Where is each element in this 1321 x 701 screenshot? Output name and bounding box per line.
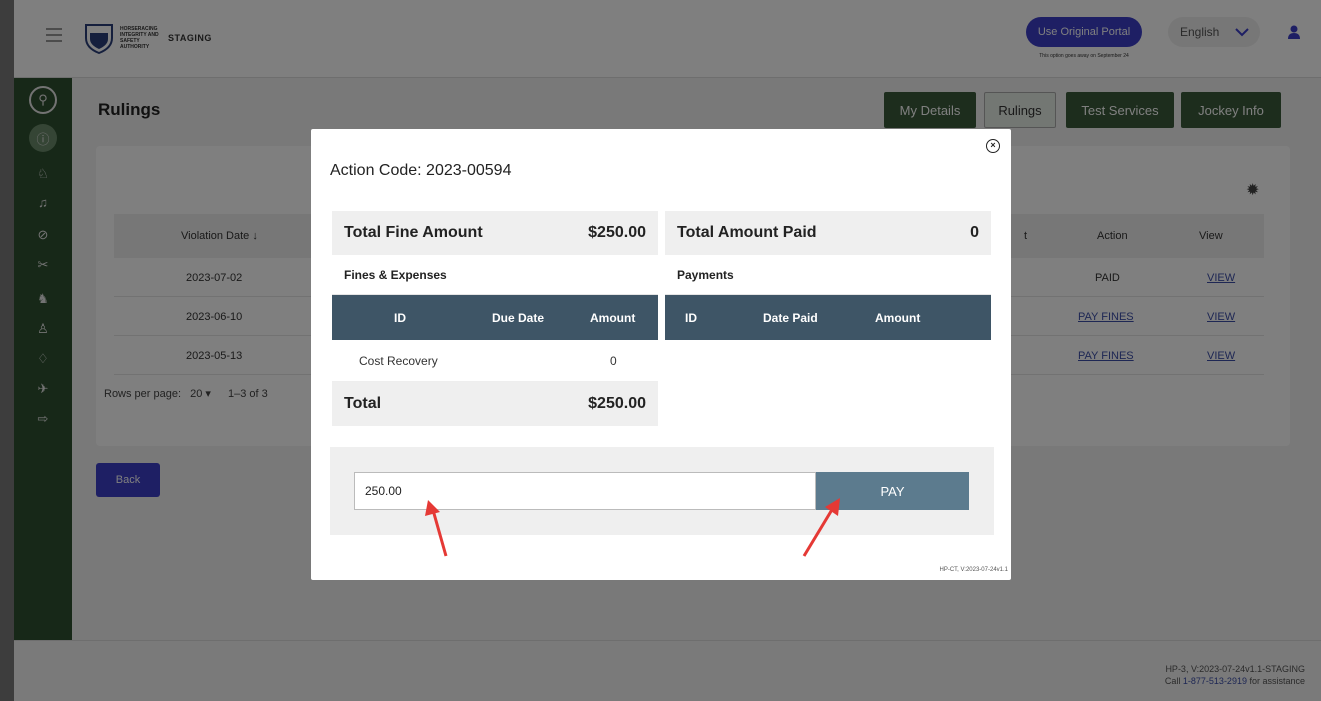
payments-col-amount: Amount — [875, 311, 921, 325]
payments-column-header: ID Date Paid Amount — [665, 295, 991, 340]
fines-panel: Total Fine Amount $250.00 Fines & Expens… — [332, 211, 658, 426]
total-paid-label: Total Amount Paid — [677, 224, 817, 241]
total-fine-value: $250.00 — [588, 224, 646, 241]
modal-title: Action Code: 2023-00594 — [330, 162, 512, 179]
payment-modal: Action Code: 2023-00594 × Total Fine Amo… — [311, 129, 1011, 580]
annotation-arrow-icon — [802, 498, 840, 557]
close-icon[interactable]: × — [986, 139, 1000, 153]
fines-total-row: Total $250.00 — [332, 382, 658, 426]
total-paid-header: Total Amount Paid 0 — [665, 211, 991, 255]
payments-panel: Total Amount Paid 0 Payments ID Date Pai… — [665, 211, 991, 340]
payments-section-title: Payments — [665, 255, 991, 295]
fines-col-due-date: Due Date — [492, 311, 545, 325]
fines-total-value: $250.00 — [588, 395, 646, 412]
modal-version: HP-CT, V:2023-07-24v1.1 — [939, 567, 1008, 573]
total-paid-value: 0 — [970, 224, 979, 241]
total-fine-header: Total Fine Amount $250.00 — [332, 211, 658, 255]
fines-column-header: ID Due Date Amount — [332, 295, 658, 340]
fines-total-label: Total — [344, 395, 382, 412]
annotation-arrow-icon — [425, 500, 448, 557]
fines-col-amount: Amount — [590, 311, 636, 325]
fines-col-id: ID — [394, 311, 406, 325]
total-fine-label: Total Fine Amount — [344, 224, 483, 241]
fines-row: Cost Recovery 0 — [332, 340, 658, 382]
payments-col-date-paid: Date Paid — [763, 311, 818, 325]
fine-amount: 0 — [610, 354, 617, 368]
fines-section-title: Fines & Expenses — [332, 255, 658, 295]
fine-id: Cost Recovery — [359, 354, 438, 368]
payments-col-id: ID — [685, 311, 697, 325]
